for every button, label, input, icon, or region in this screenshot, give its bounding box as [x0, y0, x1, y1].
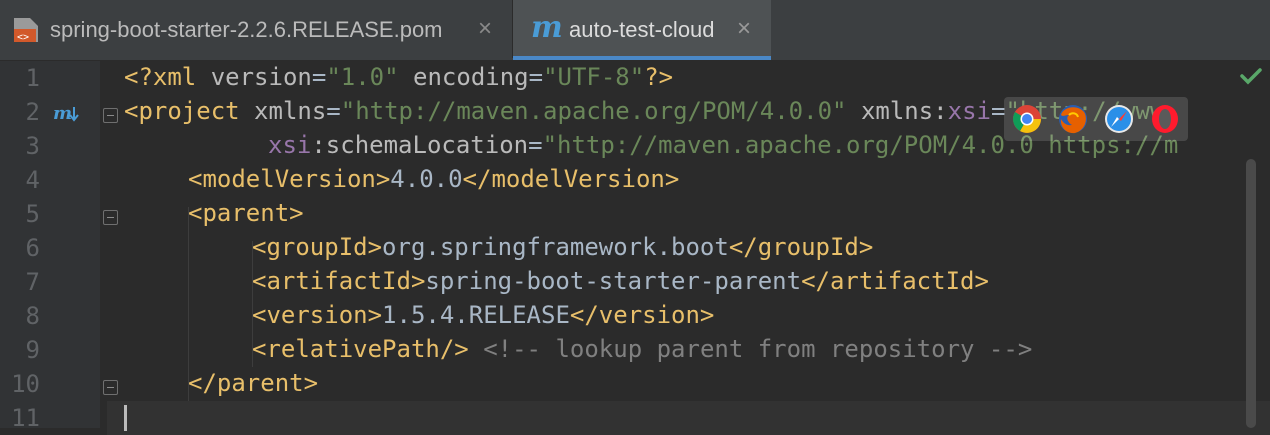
code-line-9: <relativePath/> <!-- lookup parent from …: [252, 335, 1032, 369]
code-line-6: <groupId>org.springframework.boot</group…: [252, 233, 873, 267]
line-number: 3: [25, 132, 40, 160]
line-number: 6: [25, 234, 40, 262]
tab-spring-boot-starter-pom[interactable]: <> spring-boot-starter-2.2.6.RELEASE.pom…: [0, 0, 513, 58]
attr-equals: =: [528, 131, 543, 159]
code-line-5: <parent>: [188, 199, 304, 233]
line-number: 4: [25, 166, 40, 194]
tab-label: auto-test-cloud: [569, 17, 715, 42]
maven-overrides-icon[interactable]: m: [52, 101, 82, 127]
svg-text:m: m: [53, 103, 72, 124]
fold-toggle-icon[interactable]: [103, 380, 118, 395]
code-line-1: <?xml version="1.0" encoding="UTF-8"?>: [124, 63, 673, 97]
attr-value: "UTF-8": [543, 63, 645, 91]
line-number: 8: [25, 302, 40, 330]
tab-label: spring-boot-starter-2.2.6.RELEASE.pom: [50, 17, 443, 42]
svg-text:<>: <>: [17, 32, 29, 43]
tag-text: org.springframework.boot: [382, 233, 729, 261]
xml-declaration-open: <?xml: [124, 63, 211, 91]
fold-toggle-icon[interactable]: [103, 210, 118, 225]
editor-tab-bar: <> spring-boot-starter-2.2.6.RELEASE.pom…: [0, 0, 1270, 61]
project-tag-open: <project: [124, 97, 255, 125]
tag-open: <relativePath/>: [252, 335, 469, 363]
xml-declaration-close: ?>: [644, 63, 674, 91]
active-tab-indicator: [513, 56, 771, 60]
namespace-prefix: xsi: [268, 131, 312, 159]
opera-icon[interactable]: [1149, 103, 1181, 135]
code-editor[interactable]: 1 2 3 4 5 6 7 8 9 10 11 m <?xml version=…: [0, 61, 1270, 435]
pom-file-icon: <>: [14, 18, 38, 43]
tag-text: spring-boot-starter-parent: [425, 267, 802, 295]
tag-close: </parent>: [188, 369, 319, 397]
tag-open: <parent>: [188, 199, 304, 227]
attr-name: xmlns:: [860, 97, 948, 125]
attr-name: :schemaLocation: [311, 131, 529, 159]
code-line-4: <modelVersion>4.0.0</modelVersion>: [188, 165, 679, 199]
check-icon[interactable]: [1238, 63, 1264, 89]
line-number: 7: [25, 268, 40, 296]
fold-toggle-icon[interactable]: [103, 108, 118, 123]
attr-name: xmlns: [254, 97, 327, 125]
safari-icon[interactable]: [1103, 103, 1135, 135]
line-number: 5: [25, 200, 40, 228]
vertical-scrollbar[interactable]: [1246, 159, 1256, 428]
tab-auto-test-cloud[interactable]: m auto-test-cloud ×: [513, 0, 771, 60]
tag-open: <modelVersion>: [188, 165, 391, 193]
tag-close: </modelVersion>: [462, 165, 680, 193]
tag-text: 1.5.4.RELEASE: [382, 301, 570, 329]
attr-equals: =: [311, 63, 327, 91]
tag-close: </version>: [569, 301, 715, 329]
line-number: 1: [25, 64, 40, 92]
attr-name: encoding: [413, 63, 529, 91]
chrome-icon[interactable]: [1011, 103, 1043, 135]
tag-close: </groupId>: [728, 233, 874, 261]
attr-value: "http://maven.apache.org/POM/4.0.0": [340, 97, 847, 125]
tag-close: </artifactId>: [801, 267, 989, 295]
xml-comment: <!-- lookup parent from repository -->: [468, 335, 1033, 363]
line-number: 9: [25, 336, 40, 364]
attr-equals: =: [528, 63, 544, 91]
attr-value: "1.0": [326, 63, 399, 91]
code-line-10: </parent>: [188, 369, 318, 403]
tag-text: 4.0.0: [390, 165, 463, 193]
code-line-7: <artifactId>spring-boot-starter-parent</…: [252, 267, 989, 301]
line-number: 2: [25, 98, 40, 126]
attr-name: version: [210, 63, 312, 91]
close-tab-icon[interactable]: ×: [478, 15, 492, 43]
firefox-icon[interactable]: [1057, 103, 1089, 135]
line-number: 10: [11, 370, 40, 398]
open-in-browser-toolbar: [1004, 97, 1188, 141]
tag-open: <version>: [252, 301, 383, 329]
attr-equals: =: [326, 97, 341, 125]
close-tab-icon[interactable]: ×: [737, 15, 751, 43]
maven-m-icon: m: [531, 10, 563, 45]
tag-open: <groupId>: [252, 233, 383, 261]
text-caret: [124, 405, 127, 431]
tag-open: <artifactId>: [252, 267, 426, 295]
namespace-prefix: xsi: [947, 97, 991, 125]
code-line-8: <version>1.5.4.RELEASE</version>: [252, 301, 714, 335]
